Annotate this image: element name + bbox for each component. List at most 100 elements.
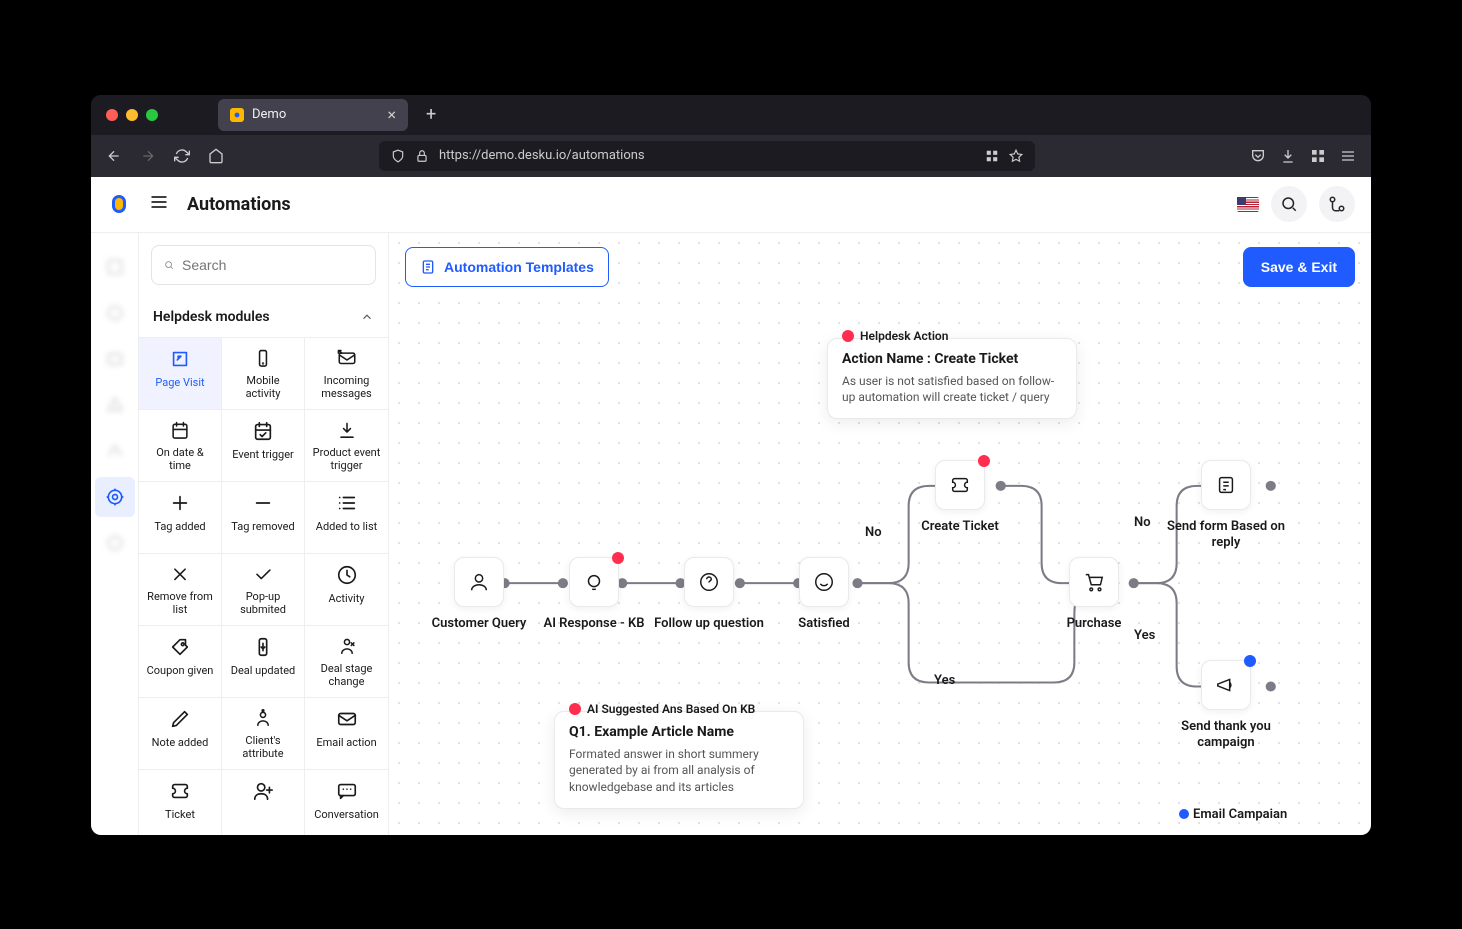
node-customer-query[interactable]: Customer Query: [454, 557, 504, 607]
note-icon: [169, 708, 191, 730]
automation-templates-button[interactable]: Automation Templates: [405, 247, 609, 287]
rail-item-5[interactable]: [95, 431, 135, 471]
rail-item-automations[interactable]: [95, 477, 135, 517]
page-visit-icon: [169, 348, 191, 370]
rail-item-2[interactable]: [95, 293, 135, 333]
node-label: Satisfied: [754, 616, 894, 633]
url-text: https://demo.desku.io/automations: [439, 148, 645, 163]
node-purchase[interactable]: Purchase: [1069, 557, 1119, 607]
search-button[interactable]: [1271, 186, 1307, 222]
ticket-icon: [949, 474, 971, 496]
window-controls: [106, 109, 158, 121]
activity-icon: [336, 564, 358, 586]
hamburger-icon[interactable]: [149, 192, 169, 216]
module-mobile[interactable]: Mobile activity: [222, 338, 305, 410]
ticket-icon: [169, 780, 191, 802]
branch-no-2: No: [1134, 515, 1151, 530]
calendar-icon: [169, 420, 191, 441]
search-field[interactable]: [182, 257, 363, 273]
pocket-icon[interactable]: [1250, 148, 1266, 164]
popup-tag: AI Suggested Ans Based On KB: [587, 702, 755, 716]
popup-body: As user is not satisfied based on follow…: [842, 373, 1062, 407]
pin-icon: [569, 703, 581, 715]
node-create-ticket[interactable]: Create Ticket: [935, 460, 985, 510]
section-title: Helpdesk modules: [153, 309, 270, 325]
module-minus[interactable]: Tag removed: [222, 482, 305, 554]
popup-title: Action Name : Create Ticket: [842, 351, 1062, 367]
tab-close-icon[interactable]: ×: [387, 105, 396, 124]
language-flag[interactable]: [1237, 197, 1259, 212]
module-label: Remove from list: [145, 590, 215, 616]
module-stage[interactable]: Deal stage change: [305, 626, 388, 698]
browser-tab-bar: Demo × +: [91, 95, 1371, 135]
search-input[interactable]: [151, 245, 376, 285]
rail-item-4[interactable]: [95, 385, 135, 425]
node-send-form[interactable]: Send form Based on reply: [1201, 460, 1251, 510]
module-note[interactable]: Note added: [139, 698, 222, 770]
popup-helpdesk-action[interactable]: Helpdesk Action Action Name : Create Tic…: [827, 338, 1077, 420]
star-icon[interactable]: [1009, 149, 1023, 163]
list-icon: [336, 492, 358, 514]
url-field[interactable]: https://demo.desku.io/automations: [379, 141, 1035, 171]
node-ai-response[interactable]: AI Response - KB: [569, 557, 619, 607]
module-list[interactable]: Added to list: [305, 482, 388, 554]
node-label: Send thank you campaign: [1156, 719, 1296, 753]
module-calendar[interactable]: On date & time: [139, 410, 222, 482]
module-ticket[interactable]: Ticket: [139, 770, 222, 835]
module-page-visit[interactable]: Page Visit: [139, 338, 222, 410]
badge-dot: [978, 455, 990, 467]
new-tab-button[interactable]: +: [418, 104, 444, 125]
incoming-icon: [336, 348, 358, 369]
home-icon[interactable]: [208, 148, 224, 164]
menu-icon[interactable]: [1340, 148, 1356, 164]
favicon: [230, 108, 244, 122]
module-coupon[interactable]: Coupon given: [139, 626, 222, 698]
forward-icon[interactable]: [140, 148, 156, 164]
close-window-dot[interactable]: [106, 109, 118, 121]
settings-button[interactable]: [1319, 186, 1355, 222]
module-label: Conversation: [314, 808, 379, 821]
node-followup[interactable]: Follow up question: [684, 557, 734, 607]
maximize-window-dot[interactable]: [146, 109, 158, 121]
reload-icon[interactable]: [174, 148, 190, 164]
pin-icon: [842, 330, 854, 342]
branch-yes-2: Yes: [1134, 628, 1155, 643]
download-icon[interactable]: [1280, 148, 1296, 164]
node-send-thanks[interactable]: Send thank you campaign: [1201, 660, 1251, 710]
app-logo[interactable]: [107, 192, 131, 216]
node-label: Send form Based on reply: [1156, 519, 1296, 553]
module-check[interactable]: Pop-up submited: [222, 554, 305, 626]
module-activity[interactable]: Activity: [305, 554, 388, 626]
cutoff-label: Email Campaian: [1179, 807, 1287, 822]
popup-title: Q1. Example Article Name: [569, 724, 789, 740]
client-icon: [252, 708, 274, 729]
rail-item-7[interactable]: [95, 523, 135, 563]
module-x[interactable]: Remove from list: [139, 554, 222, 626]
module-chat[interactable]: Conversation: [305, 770, 388, 835]
module-download[interactable]: Product event trigger: [305, 410, 388, 482]
module-event[interactable]: Event trigger: [222, 410, 305, 482]
module-label: Added to list: [316, 520, 377, 533]
extensions-icon[interactable]: [1310, 148, 1326, 164]
browser-tab[interactable]: Demo ×: [218, 99, 408, 131]
grid-icon[interactable]: [985, 149, 999, 163]
module-label: Coupon given: [147, 664, 214, 677]
module-plus[interactable]: Tag added: [139, 482, 222, 554]
save-exit-button[interactable]: Save & Exit: [1243, 247, 1355, 287]
minimize-window-dot[interactable]: [126, 109, 138, 121]
module-user-plus[interactable]: [222, 770, 305, 835]
rail-item-3[interactable]: [95, 339, 135, 379]
bulb-icon: [583, 571, 605, 593]
node-satisfied[interactable]: Satisfied: [799, 557, 849, 607]
rail-item-1[interactable]: [95, 247, 135, 287]
popup-ai-suggested[interactable]: AI Suggested Ans Based On KB Q1. Example…: [554, 711, 804, 809]
module-email[interactable]: Email action: [305, 698, 388, 770]
back-icon[interactable]: [106, 148, 122, 164]
module-incoming[interactable]: Incoming messages: [305, 338, 388, 410]
section-header[interactable]: Helpdesk modules: [139, 297, 388, 338]
module-deal[interactable]: Deal updated: [222, 626, 305, 698]
flow-canvas[interactable]: Automation Templates Save & Exit: [389, 233, 1371, 835]
user-icon: [468, 571, 490, 593]
module-label: Event trigger: [232, 448, 294, 461]
module-client[interactable]: Client's attribute: [222, 698, 305, 770]
